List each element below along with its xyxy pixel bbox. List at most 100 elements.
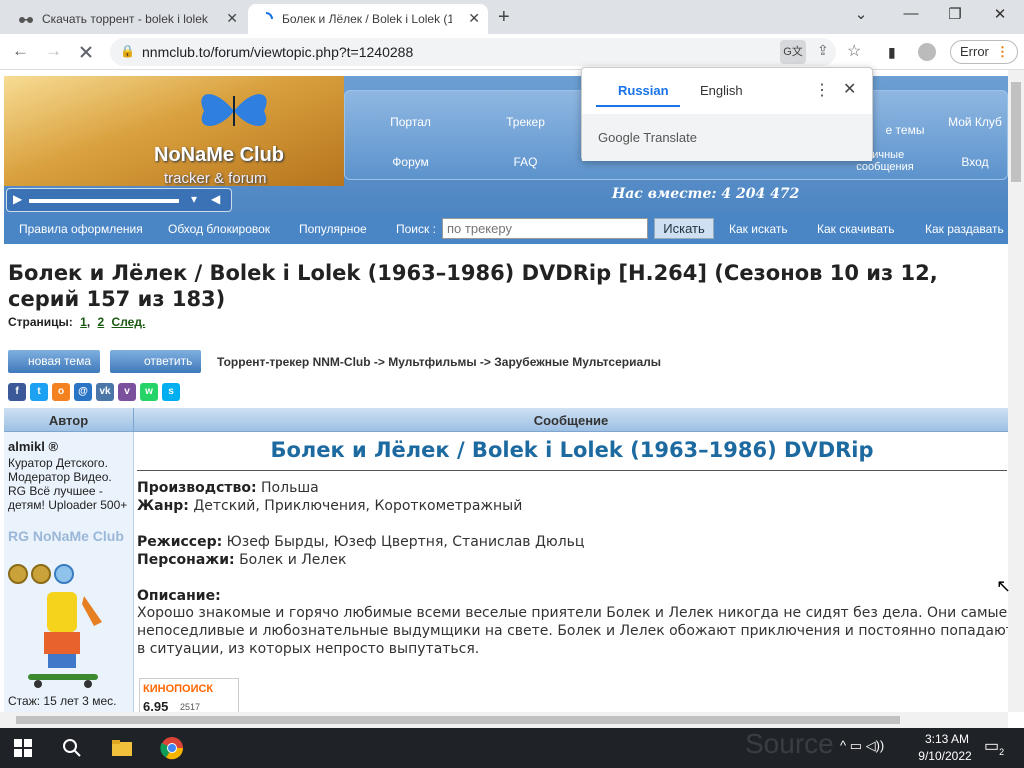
tab-active-topic[interactable]: Болек и Лёлек / Bolek i Lolek (19 ✕ [248, 4, 488, 34]
more-options-icon[interactable]: ⋮ [814, 80, 830, 100]
bookmark-star-icon[interactable]: ☆ [847, 41, 861, 61]
google-translate-brand: Google Translate [598, 130, 698, 145]
nav-portal[interactable]: Портал [353, 115, 468, 129]
web-page: NoNaMe Club tracker & forum ▶ ▾ ◀ Портал… [0, 70, 1008, 712]
description-label: Описание: [137, 588, 221, 604]
menu-rules[interactable]: Правила оформления [19, 222, 143, 236]
page-link-1[interactable]: 1 [80, 315, 87, 329]
speaker-icon[interactable]: ◀ [211, 192, 220, 206]
maximize-button[interactable]: ❐ [940, 5, 970, 23]
translate-icon[interactable]: G文 [780, 40, 806, 64]
translate-popup: Russian English ⋮ ✕ Google Translate [581, 67, 873, 161]
menu-popular[interactable]: Популярное [299, 222, 367, 236]
facebook-icon[interactable]: f [8, 383, 26, 401]
skype-icon[interactable]: s [162, 383, 180, 401]
chrome-icon[interactable] [160, 736, 184, 760]
windows-start-icon[interactable] [14, 739, 32, 757]
post-table-header: Автор Сообщение [4, 408, 1008, 432]
vertical-scrollbar[interactable] [1008, 70, 1024, 712]
author-name[interactable]: almikl ® [8, 439, 58, 454]
twitter-icon[interactable]: t [30, 383, 48, 401]
breadcrumb[interactable]: Торрент-трекер NNM-Club -> Мультфильмы -… [217, 355, 661, 369]
nav-login[interactable]: Вход [930, 155, 1008, 169]
system-tray[interactable]: ^ ▭ ◁)) [840, 738, 884, 754]
tab-strip: Скачать торрент - bolek i lolek | ✕ Боле… [0, 0, 1024, 34]
viber-icon[interactable]: v [118, 383, 136, 401]
url-text[interactable]: nnmclub.to/forum/viewtopic.php?t=1240288 [142, 44, 413, 60]
characters-value: Болек и Лелек [239, 552, 347, 568]
avatar [28, 592, 102, 688]
whatsapp-icon[interactable]: w [140, 383, 158, 401]
page-link-2[interactable]: 2 [98, 315, 105, 329]
kinopoisk-logo: КИНОПОИСК [143, 683, 214, 695]
dropdown-icon[interactable]: ▾ [191, 192, 197, 206]
divider [137, 470, 1007, 471]
profile-avatar-icon[interactable] [918, 43, 936, 61]
award-medals [8, 564, 74, 584]
description-text: Хорошо знакомые и горячо любимые всеми в… [137, 605, 1008, 657]
vk-icon[interactable]: vk [96, 383, 114, 401]
menu-how-seed[interactable]: Как раздавать [925, 222, 1004, 236]
share-icon[interactable]: ⇪ [817, 42, 829, 59]
side-panel-icon[interactable]: ▮ [888, 44, 896, 61]
site-menu-bar: Правила оформления Обход блокировок Попу… [4, 214, 1008, 244]
stop-loading-icon[interactable] [78, 44, 94, 60]
close-window-button[interactable]: ✕ [985, 5, 1015, 23]
forward-arrow-icon[interactable]: → [45, 41, 62, 61]
back-arrow-icon[interactable]: ← [12, 41, 29, 61]
odnoklassniki-icon[interactable]: o [52, 383, 70, 401]
nav-faq[interactable]: FAQ [468, 155, 583, 169]
search-icon[interactable] [60, 736, 84, 760]
tab-search-icon[interactable]: ⌄ [846, 5, 876, 23]
new-tab-button[interactable]: + [498, 6, 510, 29]
nav-new-topics[interactable]: е темы [865, 123, 945, 137]
language-tab-english[interactable]: English [700, 83, 743, 98]
pages-label: Страницы: [8, 315, 73, 329]
loading-spinner-icon [265, 12, 273, 20]
production-label: Производство: [137, 480, 257, 496]
menu-how-search[interactable]: Как искать [729, 222, 788, 236]
language-tab-russian[interactable]: Russian [618, 83, 669, 98]
address-bar[interactable]: 🔒 nnmclub.to/forum/viewtopic.php?t=12402… [110, 38, 861, 66]
search-input[interactable] [442, 218, 648, 239]
tab-search[interactable]: Скачать торрент - bolek i lolek | ✕ [8, 4, 246, 34]
new-topic-button[interactable]: новая тема [8, 350, 100, 373]
nav-tracker[interactable]: Трекер [468, 115, 583, 129]
horizontal-scrollbar[interactable] [0, 712, 1008, 728]
genre-label: Жанр: [137, 498, 189, 514]
medal-icon [8, 564, 28, 584]
menu-unblock[interactable]: Обход блокировок [168, 222, 270, 236]
error-button[interactable]: Error ⋮ [950, 40, 1018, 64]
file-explorer-icon[interactable] [110, 736, 134, 760]
mailru-icon[interactable]: @ [74, 383, 92, 401]
nav-forum[interactable]: Форум [353, 155, 468, 169]
notification-icon[interactable]: ▭2 [984, 736, 1004, 757]
clock-time[interactable]: 3:13 AM [917, 732, 977, 746]
close-icon[interactable]: ✕ [843, 79, 856, 99]
scrollbar-thumb[interactable] [16, 716, 900, 724]
clock-date[interactable]: 9/10/2022 [910, 749, 980, 763]
search-button[interactable]: Искать [654, 218, 714, 239]
reply-button[interactable]: ответить [110, 350, 201, 373]
site-logo-subtitle: tracker & forum [164, 170, 267, 187]
scrollbar-thumb[interactable] [1011, 82, 1021, 182]
topic-title[interactable]: Болек и Лёлек / Bolek i Lolek (1963–1986… [8, 260, 1008, 312]
close-icon[interactable]: ✕ [226, 10, 238, 27]
lock-icon[interactable]: 🔒 [120, 44, 135, 58]
share-buttons: f t o @ vk v w s [8, 383, 180, 401]
tab-title: Скачать торрент - bolek i lolek | [42, 12, 212, 26]
kinopoisk-rating-badge[interactable]: КИНОПОИСК 6.95 2517 [139, 678, 239, 712]
menu-how-download[interactable]: Как скачивать [817, 222, 895, 236]
author-stage: Стаж: 15 лет 3 мес. [8, 694, 117, 708]
radio-player[interactable]: ▶ ▾ ◀ [6, 188, 232, 212]
active-tab-indicator [596, 105, 680, 107]
menu-dots-icon: ⋮ [996, 44, 1009, 59]
browser-window: Скачать торрент - bolek i lolek | ✕ Боле… [0, 0, 1024, 768]
close-icon[interactable]: ✕ [468, 10, 480, 27]
column-author: Автор [4, 408, 134, 432]
play-icon[interactable]: ▶ [13, 192, 22, 206]
site-logo[interactable]: NoNaMe Club [154, 144, 284, 167]
minimize-button[interactable]: — [896, 5, 926, 22]
page-link-next[interactable]: След. [112, 315, 146, 329]
volume-track[interactable] [29, 199, 179, 203]
